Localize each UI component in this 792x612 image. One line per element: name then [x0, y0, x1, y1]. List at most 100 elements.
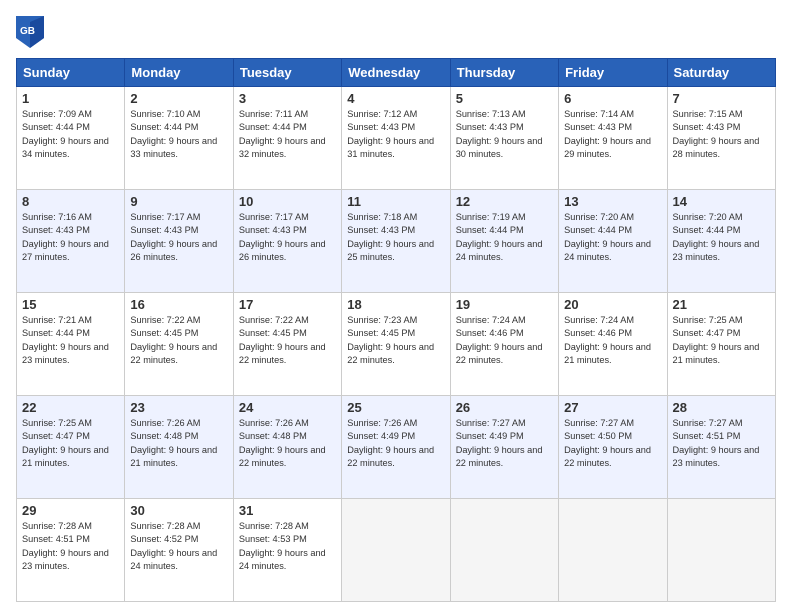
- calendar-cell: 20 Sunrise: 7:24 AM Sunset: 4:46 PM Dayli…: [559, 293, 667, 396]
- day-info: Sunrise: 7:27 AM Sunset: 4:51 PM Dayligh…: [673, 417, 770, 470]
- calendar-cell: 11 Sunrise: 7:18 AM Sunset: 4:43 PM Dayli…: [342, 190, 450, 293]
- day-number: 10: [239, 194, 336, 209]
- day-info: Sunrise: 7:28 AM Sunset: 4:52 PM Dayligh…: [130, 520, 227, 573]
- calendar-cell: 5 Sunrise: 7:13 AM Sunset: 4:43 PM Daylig…: [450, 87, 558, 190]
- page: GB SundayMondayTuesdayWednesdayThursdayF…: [0, 0, 792, 612]
- calendar-cell: 28 Sunrise: 7:27 AM Sunset: 4:51 PM Dayli…: [667, 396, 775, 499]
- day-number: 31: [239, 503, 336, 518]
- day-info: Sunrise: 7:21 AM Sunset: 4:44 PM Dayligh…: [22, 314, 119, 367]
- day-number: 7: [673, 91, 770, 106]
- day-number: 14: [673, 194, 770, 209]
- calendar-cell: [342, 499, 450, 602]
- calendar-table: SundayMondayTuesdayWednesdayThursdayFrid…: [16, 58, 776, 602]
- calendar-cell: 6Sunrise: 7:14 AM Sunset: 4:43 PM Daylig…: [559, 87, 667, 190]
- day-info: Sunrise: 7:26 AM Sunset: 4:48 PM Dayligh…: [239, 417, 336, 470]
- day-info: Sunrise: 7:25 AM Sunset: 4:47 PM Dayligh…: [673, 314, 770, 367]
- calendar-cell: 24 Sunrise: 7:26 AM Sunset: 4:48 PM Dayli…: [233, 396, 341, 499]
- calendar-week-row: 1 Sunrise: 7:09 AM Sunset: 4:44 PM Daylig…: [17, 87, 776, 190]
- calendar-cell: 9 Sunrise: 7:17 AM Sunset: 4:43 PM Daylig…: [125, 190, 233, 293]
- day-info: Sunrise: 7:22 AM Sunset: 4:45 PM Dayligh…: [239, 314, 336, 367]
- calendar-cell: 31Sunrise: 7:28 AM Sunset: 4:53 PM Dayli…: [233, 499, 341, 602]
- day-info: Sunrise: 7:14 AM Sunset: 4:43 PM Dayligh…: [564, 108, 661, 161]
- day-number: 22: [22, 400, 119, 415]
- day-info: Sunrise: 7:12 AM Sunset: 4:43 PM Dayligh…: [347, 108, 444, 161]
- calendar-cell: 29Sunrise: 7:28 AM Sunset: 4:51 PM Dayli…: [17, 499, 125, 602]
- day-number: 19: [456, 297, 553, 312]
- day-number: 15: [22, 297, 119, 312]
- day-number: 18: [347, 297, 444, 312]
- day-info: Sunrise: 7:15 AM Sunset: 4:43 PM Dayligh…: [673, 108, 770, 161]
- calendar-cell: 27 Sunrise: 7:27 AM Sunset: 4:50 PM Dayli…: [559, 396, 667, 499]
- logo-icon: GB: [16, 16, 44, 48]
- day-info: Sunrise: 7:27 AM Sunset: 4:50 PM Dayligh…: [564, 417, 661, 470]
- calendar-cell: 4 Sunrise: 7:12 AM Sunset: 4:43 PM Daylig…: [342, 87, 450, 190]
- column-header-tuesday: Tuesday: [233, 59, 341, 87]
- calendar-week-row: 15 Sunrise: 7:21 AM Sunset: 4:44 PM Dayli…: [17, 293, 776, 396]
- day-number: 28: [673, 400, 770, 415]
- calendar-header-row: SundayMondayTuesdayWednesdayThursdayFrid…: [17, 59, 776, 87]
- column-header-thursday: Thursday: [450, 59, 558, 87]
- calendar-cell: 12 Sunrise: 7:19 AM Sunset: 4:44 PM Dayli…: [450, 190, 558, 293]
- day-info: Sunrise: 7:10 AM Sunset: 4:44 PM Dayligh…: [130, 108, 227, 161]
- calendar-cell: 15 Sunrise: 7:21 AM Sunset: 4:44 PM Dayli…: [17, 293, 125, 396]
- calendar-cell: 30 Sunrise: 7:28 AM Sunset: 4:52 PM Dayli…: [125, 499, 233, 602]
- day-number: 5: [456, 91, 553, 106]
- day-number: 8: [22, 194, 119, 209]
- day-number: 24: [239, 400, 336, 415]
- day-number: 27: [564, 400, 661, 415]
- day-info: Sunrise: 7:20 AM Sunset: 4:44 PM Dayligh…: [673, 211, 770, 264]
- calendar-cell: 1 Sunrise: 7:09 AM Sunset: 4:44 PM Daylig…: [17, 87, 125, 190]
- day-info: Sunrise: 7:23 AM Sunset: 4:45 PM Dayligh…: [347, 314, 444, 367]
- day-number: 16: [130, 297, 227, 312]
- calendar-week-row: 29Sunrise: 7:28 AM Sunset: 4:51 PM Dayli…: [17, 499, 776, 602]
- column-header-monday: Monday: [125, 59, 233, 87]
- calendar-cell: 16Sunrise: 7:22 AM Sunset: 4:45 PM Dayli…: [125, 293, 233, 396]
- day-info: Sunrise: 7:26 AM Sunset: 4:48 PM Dayligh…: [130, 417, 227, 470]
- day-number: 1: [22, 91, 119, 106]
- calendar-cell: [450, 499, 558, 602]
- day-number: 17: [239, 297, 336, 312]
- logo: GB: [16, 16, 48, 48]
- day-info: Sunrise: 7:13 AM Sunset: 4:43 PM Dayligh…: [456, 108, 553, 161]
- calendar-cell: 2 Sunrise: 7:10 AM Sunset: 4:44 PM Daylig…: [125, 87, 233, 190]
- calendar-week-row: 8Sunrise: 7:16 AM Sunset: 4:43 PM Daylig…: [17, 190, 776, 293]
- day-info: Sunrise: 7:09 AM Sunset: 4:44 PM Dayligh…: [22, 108, 119, 161]
- day-number: 25: [347, 400, 444, 415]
- column-header-friday: Friday: [559, 59, 667, 87]
- calendar-cell: [667, 499, 775, 602]
- day-info: Sunrise: 7:19 AM Sunset: 4:44 PM Dayligh…: [456, 211, 553, 264]
- calendar-week-row: 22 Sunrise: 7:25 AM Sunset: 4:47 PM Dayli…: [17, 396, 776, 499]
- day-number: 4: [347, 91, 444, 106]
- calendar-cell: 18 Sunrise: 7:23 AM Sunset: 4:45 PM Dayli…: [342, 293, 450, 396]
- svg-text:GB: GB: [20, 26, 35, 37]
- column-header-saturday: Saturday: [667, 59, 775, 87]
- day-number: 21: [673, 297, 770, 312]
- day-info: Sunrise: 7:17 AM Sunset: 4:43 PM Dayligh…: [130, 211, 227, 264]
- day-number: 12: [456, 194, 553, 209]
- calendar-cell: 21 Sunrise: 7:25 AM Sunset: 4:47 PM Dayli…: [667, 293, 775, 396]
- day-info: Sunrise: 7:17 AM Sunset: 4:43 PM Dayligh…: [239, 211, 336, 264]
- header: GB: [16, 16, 776, 48]
- day-number: 2: [130, 91, 227, 106]
- day-number: 11: [347, 194, 444, 209]
- day-info: Sunrise: 7:24 AM Sunset: 4:46 PM Dayligh…: [564, 314, 661, 367]
- day-number: 20: [564, 297, 661, 312]
- day-info: Sunrise: 7:20 AM Sunset: 4:44 PM Dayligh…: [564, 211, 661, 264]
- calendar-cell: 25Sunrise: 7:26 AM Sunset: 4:49 PM Dayli…: [342, 396, 450, 499]
- day-info: Sunrise: 7:24 AM Sunset: 4:46 PM Dayligh…: [456, 314, 553, 367]
- calendar-cell: 13 Sunrise: 7:20 AM Sunset: 4:44 PM Dayli…: [559, 190, 667, 293]
- day-number: 13: [564, 194, 661, 209]
- day-number: 23: [130, 400, 227, 415]
- day-number: 30: [130, 503, 227, 518]
- day-info: Sunrise: 7:27 AM Sunset: 4:49 PM Dayligh…: [456, 417, 553, 470]
- day-number: 26: [456, 400, 553, 415]
- day-number: 3: [239, 91, 336, 106]
- calendar-cell: 23 Sunrise: 7:26 AM Sunset: 4:48 PM Dayli…: [125, 396, 233, 499]
- day-info: Sunrise: 7:18 AM Sunset: 4:43 PM Dayligh…: [347, 211, 444, 264]
- day-info: Sunrise: 7:28 AM Sunset: 4:51 PM Dayligh…: [22, 520, 119, 573]
- calendar-cell: 26 Sunrise: 7:27 AM Sunset: 4:49 PM Dayli…: [450, 396, 558, 499]
- day-info: Sunrise: 7:25 AM Sunset: 4:47 PM Dayligh…: [22, 417, 119, 470]
- calendar-cell: 17 Sunrise: 7:22 AM Sunset: 4:45 PM Dayli…: [233, 293, 341, 396]
- calendar-cell: [559, 499, 667, 602]
- day-number: 9: [130, 194, 227, 209]
